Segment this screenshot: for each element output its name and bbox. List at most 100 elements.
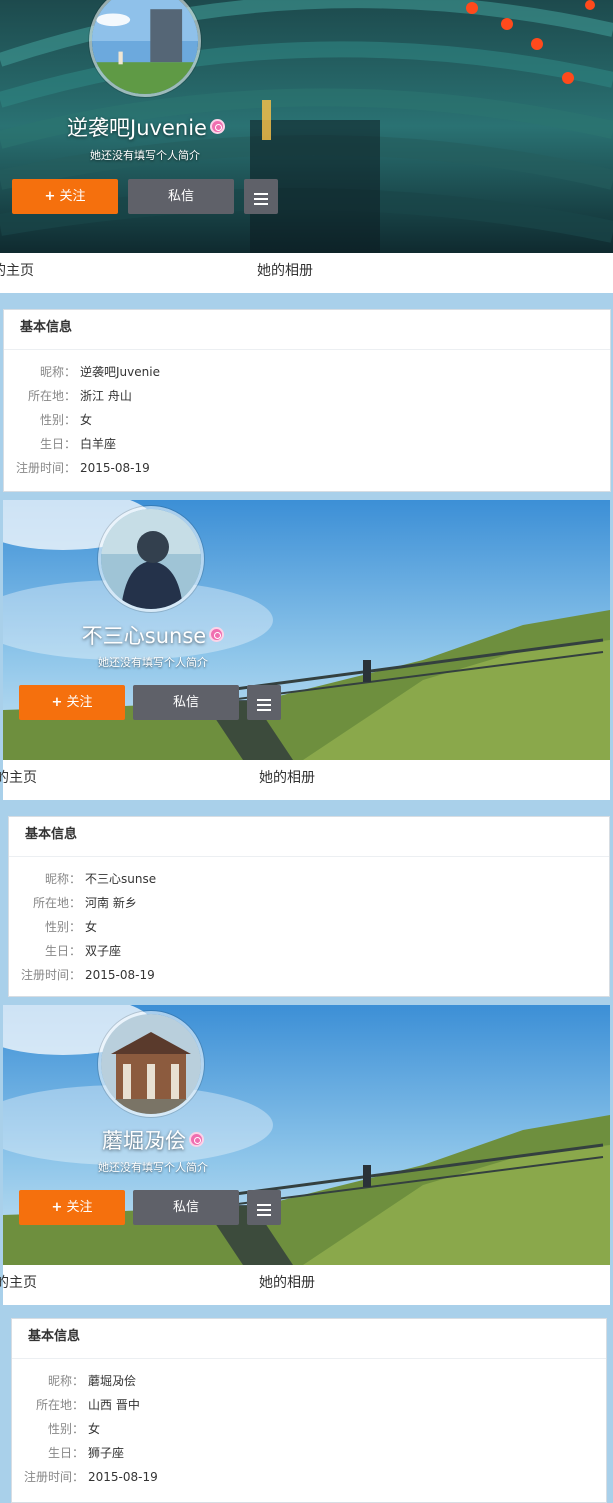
basic-info-panel: 基本信息 昵称： 蘑堀夃侩 所在地： 山西 晋中 性别： 女 生日： 狮子座 注册时间：… — [11, 1318, 607, 1503]
profile-name-text: 逆袭吧Juvenie — [67, 116, 207, 140]
info-value: 蘑堀夃侩 — [88, 1374, 137, 1388]
info-label: 注册时间： — [20, 968, 81, 982]
info-row-birthday: 生日： 狮子座 — [12, 1441, 606, 1465]
tab-home[interactable]: 的主页 — [0, 1265, 37, 1301]
info-row-birthday: 生日： 双子座 — [9, 939, 609, 963]
search-badge-icon — [209, 119, 225, 134]
more-menu-button[interactable] — [247, 685, 281, 720]
info-value: 浙江 舟山 — [80, 389, 132, 403]
info-label: 生日： — [44, 944, 81, 958]
info-label: 昵称： — [39, 365, 76, 379]
profile-name: 逆袭吧Juvenie — [0, 112, 296, 142]
message-button[interactable]: 私信 — [128, 179, 234, 214]
info-row-gender: 性别： 女 — [12, 1417, 606, 1441]
info-row-register: 注册时间： 2015-08-19 — [12, 1465, 606, 1489]
more-menu-button[interactable] — [244, 179, 278, 214]
info-value: 2015-08-19 — [85, 968, 155, 982]
profile-name-text: 蘑堀夃侩 — [102, 1129, 186, 1153]
info-value: 山西 晋中 — [88, 1398, 140, 1412]
info-row-register: 注册时间： 2015-08-19 — [9, 963, 609, 987]
more-menu-button[interactable] — [247, 1190, 281, 1225]
follow-button[interactable]: + 关注 — [19, 1190, 125, 1225]
info-value: 不三心sunse — [85, 872, 157, 886]
info-label: 昵称： — [47, 1374, 84, 1388]
cover-banner: 逆袭吧Juvenie 她还没有填写个人简介 + 关注 私信 — [0, 0, 613, 253]
info-value: 2015-08-19 — [80, 461, 150, 475]
profile-tabs: 的主页 她的相册 — [0, 760, 610, 800]
info-label: 昵称： — [44, 872, 81, 886]
info-value: 逆袭吧Juvenie — [80, 365, 160, 379]
basic-info-panel: 基本信息 昵称： 逆袭吧Juvenie 所在地： 浙江 舟山 性别： 女 生日： 白羊座… — [3, 309, 611, 492]
tab-home[interactable]: 的主页 — [0, 253, 34, 289]
info-row-nickname: 昵称： 蘑堀夃侩 — [12, 1369, 606, 1393]
info-label: 注册时间： — [15, 461, 76, 475]
info-row-location: 所在地： 河南 新乡 — [9, 891, 609, 915]
tab-home[interactable]: 的主页 — [0, 760, 37, 796]
info-label: 所在地： — [27, 389, 76, 403]
info-row-nickname: 昵称： 不三心sunse — [9, 867, 609, 891]
profile-intro: 她还没有填写个人简介 — [90, 149, 200, 162]
follow-label: 关注 — [66, 1200, 93, 1215]
info-value: 女 — [88, 1422, 101, 1436]
message-button[interactable]: 私信 — [133, 685, 239, 720]
info-label: 所在地： — [32, 896, 81, 910]
info-label: 性别： — [39, 413, 76, 427]
info-value: 女 — [80, 413, 93, 427]
plus-icon: + — [44, 189, 56, 204]
menu-icon — [247, 1190, 281, 1216]
basic-info-panel: 基本信息 昵称： 不三心sunse 所在地： 河南 新乡 性别： 女 生日： 双子座 注… — [8, 816, 610, 997]
profile-screenshot-2: 不三心sunse 她还没有填写个人简介 + 关注 私信 的主页 她的相册 基本信息… — [0, 500, 613, 1000]
message-button[interactable]: 私信 — [133, 1190, 239, 1225]
follow-button[interactable]: + 关注 — [19, 685, 125, 720]
follow-label: 关注 — [66, 695, 93, 710]
info-value: 河南 新乡 — [85, 896, 137, 910]
info-value: 女 — [85, 920, 98, 934]
panel-title: 基本信息 — [9, 817, 609, 857]
info-value: 双子座 — [85, 944, 122, 958]
tab-album[interactable]: 她的相册 — [259, 1265, 315, 1301]
tab-album[interactable]: 她的相册 — [257, 253, 313, 289]
profile-screenshot-3: 蘑堀夃侩 她还没有填写个人简介 + 关注 私信 的主页 她的相册 基本信息 昵称：… — [0, 1005, 613, 1503]
profile-name: 蘑堀夃侩 — [3, 1125, 303, 1155]
profile-screenshot-1: 逆袭吧Juvenie 她还没有填写个人简介 +关注 私信 的主页 她的相册 基本… — [0, 0, 613, 492]
info-row-location: 所在地： 山西 晋中 — [12, 1393, 606, 1417]
info-label: 生日： — [47, 1446, 84, 1460]
plus-icon: + — [51, 695, 63, 710]
info-row-gender: 性别： 女 — [4, 408, 610, 432]
cover-banner: 蘑堀夃侩 她还没有填写个人简介 + 关注 私信 — [3, 1005, 610, 1265]
info-list: 昵称： 不三心sunse 所在地： 河南 新乡 性别： 女 生日： 双子座 注册时间： 2… — [9, 857, 609, 987]
info-list: 昵称： 逆袭吧Juvenie 所在地： 浙江 舟山 性别： 女 生日： 白羊座 注册时间… — [4, 350, 610, 480]
follow-label: 关注 — [59, 189, 86, 204]
avatar[interactable] — [98, 1011, 204, 1117]
info-value: 狮子座 — [88, 1446, 125, 1460]
profile-name: 不三心sunse — [3, 620, 303, 650]
info-label: 性别： — [44, 920, 81, 934]
tab-album[interactable]: 她的相册 — [259, 760, 315, 796]
info-row-birthday: 生日： 白羊座 — [4, 432, 610, 456]
info-label: 所在地： — [35, 1398, 84, 1412]
info-row-location: 所在地： 浙江 舟山 — [4, 384, 610, 408]
info-row-gender: 性别： 女 — [9, 915, 609, 939]
menu-icon — [247, 685, 281, 711]
panel-title: 基本信息 — [4, 310, 610, 350]
info-label: 注册时间： — [23, 1470, 84, 1484]
info-row-nickname: 昵称： 逆袭吧Juvenie — [4, 360, 610, 384]
panel-title: 基本信息 — [12, 1319, 606, 1359]
cover-banner: 不三心sunse 她还没有填写个人简介 + 关注 私信 — [3, 500, 610, 760]
profile-name-text: 不三心sunse — [81, 624, 207, 648]
info-list: 昵称： 蘑堀夃侩 所在地： 山西 晋中 性别： 女 生日： 狮子座 注册时间： 2015-… — [12, 1359, 606, 1489]
search-badge-icon — [189, 1132, 204, 1147]
info-row-register: 注册时间： 2015-08-19 — [4, 456, 610, 480]
avatar[interactable] — [98, 506, 204, 612]
profile-tabs: 的主页 她的相册 — [0, 253, 613, 293]
search-badge-icon — [209, 627, 225, 642]
profile-intro: 她还没有填写个人简介 — [98, 1161, 208, 1174]
menu-icon — [244, 179, 278, 205]
profile-tabs: 的主页 她的相册 — [0, 1265, 610, 1305]
info-value: 2015-08-19 — [88, 1470, 158, 1484]
follow-button[interactable]: + 关注 — [12, 179, 118, 214]
plus-icon: + — [51, 1200, 63, 1215]
info-label: 生日： — [39, 437, 76, 451]
info-label: 性别： — [47, 1422, 84, 1436]
info-value: 白羊座 — [80, 437, 117, 451]
